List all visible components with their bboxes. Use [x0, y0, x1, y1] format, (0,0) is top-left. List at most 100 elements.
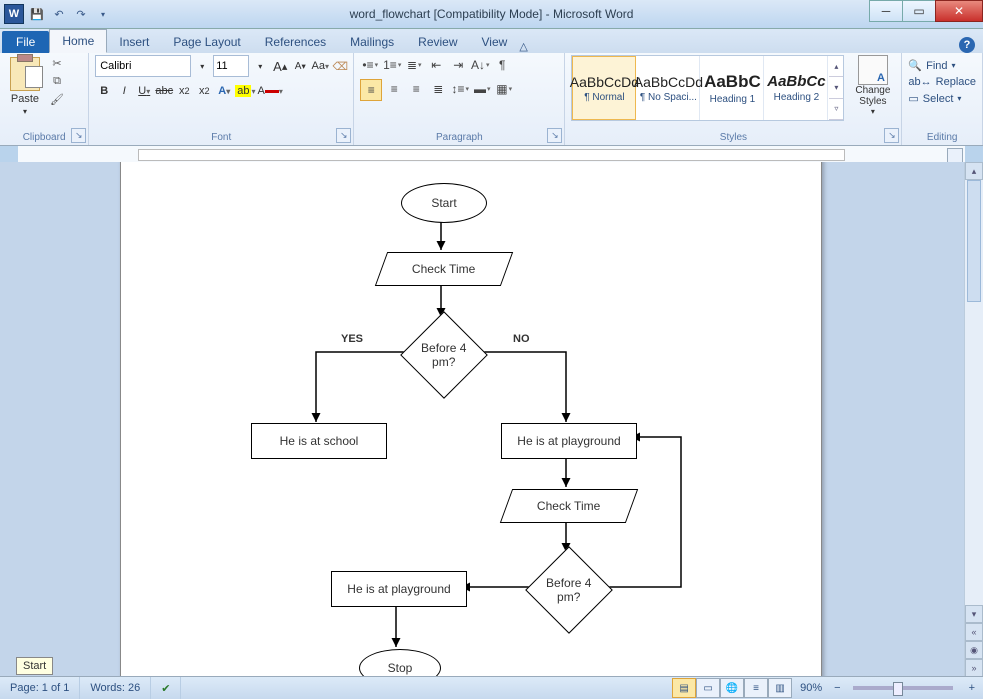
numbering-icon[interactable]: 1≡: [382, 55, 402, 75]
tab-file[interactable]: File: [2, 31, 49, 53]
zoom-out-icon[interactable]: −: [830, 682, 844, 694]
shape-playground-2[interactable]: He is at playground: [331, 571, 467, 607]
format-painter-icon[interactable]: 🖌: [48, 91, 66, 107]
styles-dialog-launcher[interactable]: ↘: [884, 128, 899, 143]
view-draft-icon[interactable]: ▥: [768, 678, 792, 698]
styles-gallery-more-icon[interactable]: ▿: [829, 99, 843, 120]
zoom-in-icon[interactable]: +: [961, 682, 983, 694]
paragraph-dialog-launcher[interactable]: ↘: [547, 128, 562, 143]
style-normal[interactable]: AaBbCcDd ¶ Normal: [572, 56, 636, 120]
font-color-icon[interactable]: A: [258, 81, 283, 101]
change-styles-button[interactable]: Change Styles ▾: [850, 55, 895, 116]
highlight-color-icon[interactable]: ab: [235, 81, 255, 101]
change-case-icon[interactable]: Aa: [311, 56, 329, 76]
view-web-layout-icon[interactable]: 🌐: [720, 678, 744, 698]
titlebar: W 💾 ↶ ↷ ▾ word_flowchart [Compatibility …: [0, 0, 983, 29]
borders-icon[interactable]: ▦: [494, 79, 514, 99]
help-icon[interactable]: ?: [959, 37, 975, 53]
tab-insert[interactable]: Insert: [107, 31, 161, 53]
underline-button[interactable]: U: [135, 81, 153, 101]
increase-indent-icon[interactable]: ⇥: [448, 55, 468, 75]
clear-formatting-icon[interactable]: ⌫: [331, 56, 349, 76]
tab-mailings[interactable]: Mailings: [338, 31, 406, 53]
strikethrough-button[interactable]: abc: [155, 81, 173, 101]
shrink-font-icon[interactable]: A▾: [291, 56, 309, 76]
shape-start[interactable]: Start: [401, 183, 487, 223]
line-spacing-icon[interactable]: ↕≡: [450, 79, 470, 99]
styles-gallery-down-icon[interactable]: ▾: [829, 77, 843, 98]
window-close-button[interactable]: ✕: [935, 0, 983, 22]
grow-font-icon[interactable]: A▴: [271, 56, 289, 76]
zoom-slider-knob[interactable]: [893, 682, 903, 696]
status-proofing-icon[interactable]: ✔: [151, 677, 181, 699]
qat-customize-icon[interactable]: ▾: [94, 5, 112, 23]
tab-view[interactable]: View: [470, 31, 520, 53]
status-words[interactable]: Words: 26: [80, 677, 151, 699]
justify-icon[interactable]: ≣: [428, 79, 448, 99]
shape-check-time-1[interactable]: Check Time: [375, 252, 513, 286]
styles-gallery-up-icon[interactable]: ▴: [829, 56, 843, 77]
scroll-up-icon[interactable]: ▴: [965, 162, 983, 180]
tab-home[interactable]: Home: [49, 29, 107, 53]
view-full-screen-icon[interactable]: ▭: [696, 678, 720, 698]
bold-button[interactable]: B: [95, 81, 113, 101]
align-center-icon[interactable]: ≡: [384, 79, 404, 99]
view-print-layout-icon[interactable]: ▤: [672, 678, 696, 698]
qat-save-icon[interactable]: 💾: [28, 5, 46, 23]
style-heading-2[interactable]: AaBbCc Heading 2: [765, 56, 828, 120]
zoom-level[interactable]: 90%: [792, 682, 830, 694]
subscript-icon[interactable]: x2: [175, 81, 193, 101]
style-no-spacing[interactable]: AaBbCcDd ¶ No Spaci...: [637, 56, 700, 120]
font-size-dropdown-icon[interactable]: ▾: [251, 56, 269, 76]
view-outline-icon[interactable]: ≡: [744, 678, 768, 698]
browse-object-icon[interactable]: ◉: [965, 641, 983, 659]
shape-playground-1[interactable]: He is at playground: [501, 423, 637, 459]
next-page-icon[interactable]: »: [965, 659, 983, 677]
shape-school[interactable]: He is at school: [251, 423, 387, 459]
shape-check-time-2[interactable]: Check Time: [500, 489, 638, 523]
italic-button[interactable]: I: [115, 81, 133, 101]
font-size-combo[interactable]: [213, 55, 249, 77]
paste-button[interactable]: Paste ▾: [6, 55, 44, 118]
decrease-indent-icon[interactable]: ⇤: [426, 55, 446, 75]
status-page[interactable]: Page: 1 of 1: [0, 677, 80, 699]
window-minimize-button[interactable]: ─: [869, 0, 903, 22]
copy-icon[interactable]: ⧉: [48, 73, 66, 89]
font-name-combo[interactable]: [95, 55, 191, 77]
tab-references[interactable]: References: [253, 31, 338, 53]
select-button[interactable]: ▭Select ▾: [908, 92, 961, 105]
style-heading-1[interactable]: AaBbC Heading 1: [701, 56, 764, 120]
superscript-icon[interactable]: x2: [195, 81, 213, 101]
scroll-down-icon[interactable]: ▾: [965, 605, 983, 623]
word-app-icon[interactable]: W: [4, 4, 24, 24]
document-area[interactable]: Start Check Time Before 4 pm? YES NO He …: [0, 162, 965, 677]
font-dialog-launcher[interactable]: ↘: [336, 128, 351, 143]
multilevel-list-icon[interactable]: ≣: [404, 55, 424, 75]
text-effects-icon[interactable]: A: [215, 81, 233, 101]
tab-review[interactable]: Review: [406, 31, 469, 53]
prev-page-icon[interactable]: «: [965, 623, 983, 641]
tab-page-layout[interactable]: Page Layout: [161, 31, 252, 53]
sort-icon[interactable]: A↓: [470, 55, 490, 75]
font-name-dropdown-icon[interactable]: ▾: [193, 56, 211, 76]
clipboard-dialog-launcher[interactable]: ↘: [71, 128, 86, 143]
bullets-icon[interactable]: •≡: [360, 55, 380, 75]
qat-redo-icon[interactable]: ↷: [72, 5, 90, 23]
styles-gallery[interactable]: AaBbCcDd ¶ Normal AaBbCcDd ¶ No Spaci...…: [571, 55, 844, 121]
page[interactable]: Start Check Time Before 4 pm? YES NO He …: [120, 162, 822, 677]
replace-button[interactable]: ab↔Replace: [908, 76, 976, 88]
scroll-thumb[interactable]: [967, 180, 981, 302]
group-styles: AaBbCcDd ¶ Normal AaBbCcDd ¶ No Spaci...…: [565, 53, 902, 145]
align-right-icon[interactable]: ≡: [406, 79, 426, 99]
vertical-scrollbar[interactable]: ▴ ▾ « ◉ »: [964, 162, 983, 677]
find-button[interactable]: 🔍Find ▾: [908, 59, 955, 72]
zoom-slider[interactable]: [853, 686, 953, 690]
show-marks-icon[interactable]: ¶: [492, 55, 512, 75]
ribbon: Paste ▾ ✂ ⧉ 🖌 Clipboard ↘ ▾ ▾ A▴ A▾ Aa ⌫: [0, 53, 983, 146]
cut-icon[interactable]: ✂: [48, 55, 66, 71]
qat-undo-icon[interactable]: ↶: [50, 5, 68, 23]
window-maximize-button[interactable]: ▭: [902, 0, 936, 22]
shading-icon[interactable]: ▬: [472, 79, 492, 99]
minimize-ribbon-icon[interactable]: △: [519, 40, 527, 53]
align-left-icon[interactable]: ≡: [360, 79, 382, 101]
